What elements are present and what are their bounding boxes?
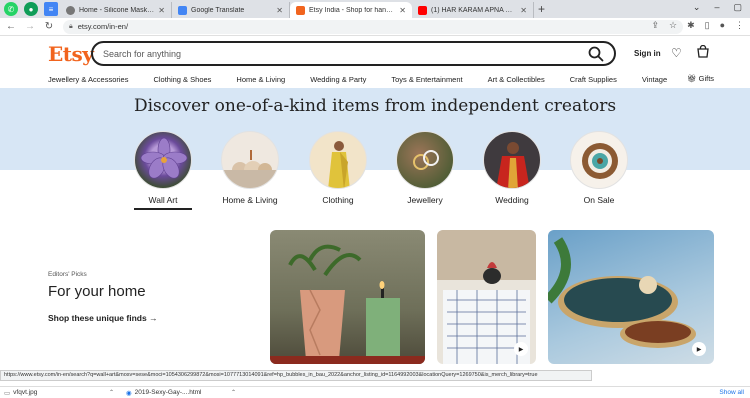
clothing-image (309, 131, 367, 189)
translate-icon (178, 5, 187, 15)
whatsapp-tab-icon[interactable]: ✆ (4, 2, 18, 16)
bubble-on-sale[interactable]: On Sale (554, 131, 644, 205)
bubble-clothing[interactable]: Clothing (293, 131, 383, 205)
search-input[interactable]: Search for anything (103, 49, 588, 59)
wall-art-image (134, 131, 192, 189)
bubble-label: On Sale (583, 195, 615, 205)
tab-youtube[interactable]: (1) HAR KARAM APNA KARENGE ✕ (412, 2, 534, 18)
minimize-icon[interactable]: – (714, 2, 719, 13)
download-item[interactable]: ▭ vfqvt.jpg ⌃ (0, 389, 122, 397)
tab-etsy-active[interactable]: Etsy India - Shop for handmade ✕ (290, 2, 412, 18)
nav-jewellery-accessories[interactable]: Jewellery & Accessories (48, 75, 128, 84)
close-tab-icon[interactable]: ✕ (399, 6, 406, 15)
gift-icon: 🎁︎ (687, 74, 697, 83)
globe-icon (66, 5, 75, 15)
cart-icon[interactable] (696, 45, 710, 59)
bubble-label: Home & Living (222, 195, 278, 205)
close-tab-icon[interactable]: ✕ (276, 6, 283, 15)
profile-icon[interactable]: ● (720, 20, 725, 31)
favorites-heart-icon[interactable]: ♡ (671, 46, 682, 60)
browser-tab-strip: ✆ ● ≡ Home - Silicone Masks, Silicone ✕ … (0, 0, 750, 18)
show-all-downloads-button[interactable]: Show all (719, 389, 744, 396)
download-filename: 2019-Sexy-Gay-....html (134, 389, 202, 396)
close-tab-icon[interactable]: ✕ (158, 6, 165, 15)
file-icon: ▭ (4, 389, 11, 397)
planters-image (270, 244, 425, 364)
bookmark-star-icon[interactable]: ☆ (669, 20, 677, 31)
editors-picks-tag: Editors' Picks (48, 271, 87, 278)
bubble-label: Jewellery (407, 195, 443, 205)
status-url-tooltip: https://www.etsy.com/in-en/search?q=wall… (0, 370, 592, 381)
hero-title: Discover one-of-a-kind items from indepe… (133, 96, 617, 116)
bubble-wall-art[interactable]: Wall Art (118, 131, 208, 210)
address-bar-row: ← → ↻ 🔒︎ etsy.com/in-en/ ⇪ ☆ ✱ ▯ ● ⋮ (0, 18, 750, 36)
nav-gifts-label: Gifts (698, 74, 715, 83)
nav-clothing-shoes[interactable]: Clothing & Shoes (153, 75, 211, 84)
bubble-label: Wall Art (148, 195, 178, 205)
nav-vintage[interactable]: Vintage (642, 75, 667, 84)
maximize-icon[interactable]: ▢ (733, 2, 742, 13)
chevron-up-icon[interactable]: ⌃ (109, 389, 114, 396)
edge-file-icon: ◉ (126, 389, 132, 397)
browser-toolbar-icons: ⇪ ☆ ✱ ▯ ● ⋮ (651, 20, 744, 31)
sidepanel-icon[interactable]: ▯ (705, 20, 710, 31)
editors-picks-title: For your home (48, 283, 146, 300)
menu-icon[interactable]: ⋮ (735, 20, 744, 31)
chevron-up-icon[interactable]: ⌃ (231, 389, 236, 396)
url-field[interactable]: 🔒︎ etsy.com/in-en/ (63, 19, 683, 34)
video-play-icon[interactable]: ▶ (692, 342, 706, 356)
downloads-bar: ▭ vfqvt.jpg ⌃ ◉ 2019-Sexy-Gay-....html ⌃… (0, 386, 750, 398)
nav-art-collectibles[interactable]: Art & Collectibles (488, 75, 545, 84)
share-icon[interactable]: ⇪ (651, 20, 659, 31)
pinned-tab-icon[interactable]: ● (24, 2, 38, 16)
jewellery-image (396, 131, 454, 189)
tab-search-icon[interactable]: ⌄ (693, 2, 701, 13)
bubble-wedding[interactable]: Wedding (467, 131, 557, 205)
bubble-home-living[interactable]: Home & Living (205, 131, 295, 205)
etsy-logo[interactable]: Etsy (48, 42, 94, 66)
nav-toys-entertainment[interactable]: Toys & Entertainment (391, 75, 462, 84)
download-item[interactable]: ◉ 2019-Sexy-Gay-....html ⌃ (122, 389, 244, 397)
product-card-trays[interactable]: ▶ (548, 230, 714, 364)
shop-unique-finds-link[interactable]: Shop these unique finds → (48, 313, 158, 323)
docs-tab-icon[interactable]: ≡ (44, 2, 58, 16)
selected-underline (134, 208, 192, 210)
url-text: etsy.com/in-en/ (77, 22, 129, 31)
forward-icon[interactable]: → (22, 21, 38, 32)
nav-craft-supplies[interactable]: Craft Supplies (570, 75, 617, 84)
reload-icon[interactable]: ↻ (41, 21, 57, 32)
lock-icon[interactable]: 🔒︎ (69, 23, 73, 31)
new-tab-button[interactable]: + (538, 2, 545, 16)
etsy-favicon-icon (296, 5, 305, 15)
nav-home-living[interactable]: Home & Living (236, 75, 285, 84)
sign-in-link[interactable]: Sign in (634, 49, 661, 58)
on-sale-image (570, 131, 628, 189)
youtube-icon (418, 5, 427, 15)
shop-link-label: Shop these unique finds (48, 313, 147, 323)
close-tab-icon[interactable]: ✕ (520, 6, 527, 15)
category-nav: Jewellery & Accessories Clothing & Shoes… (0, 70, 750, 88)
wedding-image (483, 131, 541, 189)
download-filename: vfqvt.jpg (13, 389, 38, 396)
trays-image (548, 237, 696, 348)
bubble-label: Wedding (495, 195, 529, 205)
nav-wedding-party[interactable]: Wedding & Party (310, 75, 366, 84)
nav-gifts[interactable]: 🎁︎ Gifts (687, 74, 714, 83)
search-bar[interactable]: Search for anything (91, 41, 616, 66)
home-living-image (221, 131, 279, 189)
arrow-right-icon: → (149, 313, 158, 323)
bubble-jewellery[interactable]: Jewellery (380, 131, 470, 205)
tab-silicone-masks[interactable]: Home - Silicone Masks, Silicone ✕ (60, 2, 172, 18)
tab-google-translate[interactable]: Google Translate ✕ (172, 2, 290, 18)
product-card-planters[interactable] (270, 230, 425, 364)
window-controls: ⌄ – ▢ (685, 0, 750, 15)
search-icon[interactable] (588, 46, 604, 62)
extensions-icon[interactable]: ✱ (687, 20, 695, 31)
video-play-icon[interactable]: ▶ (514, 342, 528, 356)
back-icon[interactable]: ← (3, 21, 19, 32)
bubble-label: Clothing (322, 195, 354, 205)
product-card-tablecloth[interactable]: ▶ (437, 230, 536, 364)
